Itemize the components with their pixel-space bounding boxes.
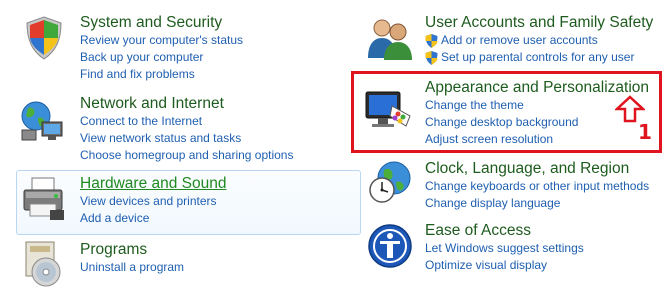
link-add-device[interactable]: Add a device: [80, 210, 227, 227]
uac-shield-icon: [425, 34, 438, 48]
annotation-step-number: 1: [638, 120, 652, 144]
link-add-remove-accounts-label: Add or remove user accounts: [441, 33, 598, 47]
category-title-system-security[interactable]: System and Security: [80, 13, 243, 32]
link-find-fix-problems[interactable]: Find and fix problems: [80, 66, 243, 83]
category-title-hardware-sound[interactable]: Hardware and Sound: [80, 174, 227, 193]
link-parental-controls-label: Set up parental controls for any user: [441, 50, 635, 64]
shield-icon[interactable]: [20, 14, 68, 62]
link-view-devices-printers[interactable]: View devices and printers: [80, 193, 227, 210]
link-optimize-visual-display[interactable]: Optimize visual display: [425, 257, 584, 274]
link-review-computer-status[interactable]: Review your computer's status: [80, 32, 243, 49]
clock-globe-icon[interactable]: [366, 158, 414, 206]
category-title-network-internet[interactable]: Network and Internet: [80, 94, 293, 113]
link-change-display-language[interactable]: Change display language: [425, 195, 649, 212]
link-add-remove-accounts[interactable]: Add or remove user accounts: [425, 32, 653, 49]
link-back-up-computer[interactable]: Back up your computer: [80, 49, 243, 66]
ease-of-access-icon[interactable]: [366, 222, 414, 270]
up-arrow-icon: [615, 95, 645, 123]
link-change-keyboards[interactable]: Change keyboards or other input methods: [425, 178, 649, 195]
category-title-user-accounts[interactable]: User Accounts and Family Safety: [425, 13, 653, 32]
printer-icon[interactable]: [20, 174, 68, 222]
category-title-programs[interactable]: Programs: [80, 240, 184, 259]
link-connect-internet[interactable]: Connect to the Internet: [80, 113, 293, 130]
uac-shield-icon: [425, 51, 438, 65]
network-globe-icon[interactable]: [18, 96, 66, 144]
category-title-ease-of-access[interactable]: Ease of Access: [425, 221, 584, 240]
category-title-clock-language-region[interactable]: Clock, Language, and Region: [425, 159, 649, 178]
users-icon[interactable]: [366, 14, 414, 62]
link-view-network-status[interactable]: View network status and tasks: [80, 130, 293, 147]
link-parental-controls[interactable]: Set up parental controls for any user: [425, 49, 653, 66]
programs-disc-icon[interactable]: [20, 240, 68, 288]
link-uninstall-program[interactable]: Uninstall a program: [80, 259, 184, 276]
link-windows-suggest-settings[interactable]: Let Windows suggest settings: [425, 240, 584, 257]
control-panel-category-view: System and Security Review your computer…: [0, 0, 670, 297]
link-choose-homegroup[interactable]: Choose homegroup and sharing options: [80, 147, 293, 164]
